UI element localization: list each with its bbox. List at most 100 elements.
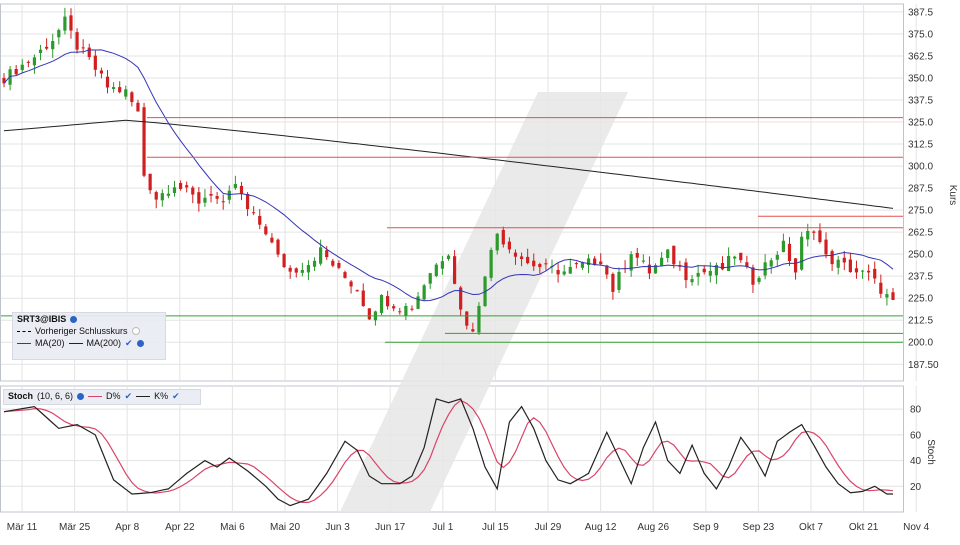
candle-body	[775, 254, 779, 260]
x-tick-label: Sep 9	[693, 522, 720, 533]
candle-body	[264, 226, 268, 235]
price-legend: SRT3@IBIS Vorheriger Schlusskurs MA(20) …	[12, 312, 166, 360]
candle-body	[428, 273, 432, 284]
candle-body	[733, 256, 737, 259]
candle-body	[288, 267, 292, 272]
candle-body	[148, 173, 152, 191]
stoch-y-tick-label: 60	[910, 430, 922, 441]
candle-body	[233, 184, 237, 189]
candle-body	[800, 236, 804, 270]
candle-body	[660, 257, 664, 266]
settings-icon[interactable]	[70, 315, 78, 323]
candle-body	[398, 311, 402, 313]
candle-body	[349, 281, 353, 287]
candle-body	[386, 296, 390, 307]
y-tick-label: 387.5	[908, 7, 933, 18]
candle-body	[51, 41, 55, 50]
candle-body	[422, 285, 426, 300]
x-tick-label: Apr 22	[165, 522, 195, 533]
candle-body	[221, 201, 225, 203]
candle-body	[343, 272, 347, 278]
y-tick-label: 362.5	[908, 51, 933, 62]
candle-body	[526, 256, 530, 264]
y-tick-label: 275.0	[908, 206, 933, 217]
candle-body	[245, 193, 250, 210]
candle-body	[239, 185, 244, 195]
ma200-label: MA(200)	[86, 338, 122, 348]
candle-body	[544, 263, 548, 265]
x-tick-label: Sep 23	[743, 522, 775, 533]
legend-ma-row: MA(20) MA(200) ✔	[13, 337, 165, 349]
candle-body	[124, 89, 128, 97]
x-tick-label: Okt 21	[849, 522, 879, 533]
candle-body	[87, 47, 91, 58]
candle-body	[440, 261, 445, 269]
candle-body	[215, 196, 219, 199]
stoch-title: Stoch	[8, 391, 34, 401]
stoch-legend: Stoch (10, 6, 6) D% ✔ K% ✔	[3, 389, 201, 405]
candle-body	[319, 247, 323, 264]
candle-body	[258, 215, 262, 225]
candle-body	[574, 263, 578, 265]
y-tick-label: 337.5	[908, 96, 933, 107]
candle-body	[666, 249, 670, 259]
candle-body	[812, 231, 816, 233]
y-tick-label: 312.5	[908, 140, 933, 151]
candle-body	[465, 311, 469, 326]
candle-body	[739, 252, 743, 261]
k-visible-check-icon[interactable]: ✔	[172, 391, 180, 402]
candle-body	[891, 292, 895, 300]
candle-body	[99, 70, 104, 74]
candle-body	[69, 15, 73, 31]
candle-body	[379, 294, 384, 313]
x-tick-label: Jun 3	[325, 522, 350, 533]
candle-body	[20, 64, 24, 71]
y-tick-label: 262.5	[908, 228, 933, 239]
y-tick-label: 250.0	[908, 250, 933, 261]
candle-body	[879, 282, 883, 294]
candle-body	[495, 233, 499, 251]
x-tick-label: Mär 25	[59, 522, 91, 533]
candle-body	[507, 241, 511, 250]
stoch-y-tick-label: 80	[910, 405, 922, 416]
candle-body	[538, 264, 542, 268]
candle-body	[672, 245, 676, 265]
d-visible-check-icon[interactable]: ✔	[125, 391, 133, 402]
candle-body	[617, 271, 621, 290]
ma-visible-check-icon[interactable]: ✔	[125, 338, 133, 349]
candle-body	[873, 268, 877, 279]
candle-body	[203, 197, 207, 203]
candle-body	[136, 102, 140, 112]
candle-body	[355, 290, 359, 292]
candle-body	[118, 87, 122, 93]
candle-body	[38, 49, 43, 53]
candle-body	[562, 271, 566, 275]
y-tick-label: 200.0	[908, 338, 933, 349]
ma20-label: MA(20)	[35, 338, 65, 348]
candle-body	[599, 261, 603, 265]
candle-body	[720, 262, 725, 270]
candle-body	[568, 266, 572, 274]
candle-body	[75, 32, 79, 50]
y-tick-label: 325.0	[908, 118, 933, 129]
x-tick-label: Jun 17	[375, 522, 405, 533]
d-label: D%	[106, 391, 121, 401]
stoch-settings-icon[interactable]	[77, 392, 85, 400]
candle-body	[824, 239, 828, 255]
prev-close-toggle-icon[interactable]	[131, 327, 140, 335]
candle-body	[392, 306, 396, 309]
candle-body	[410, 308, 414, 310]
candle-body	[276, 239, 280, 255]
candle-body	[112, 87, 116, 89]
candle-body	[416, 296, 420, 309]
ma-settings-icon[interactable]	[136, 339, 144, 347]
candle-body	[726, 255, 731, 272]
candle-body	[690, 279, 694, 283]
candle-body	[818, 230, 822, 242]
candle-body	[434, 264, 438, 276]
candle-body	[81, 47, 85, 49]
stock-chart: Mär 11 Mär 25 Apr 8 Apr 22 Mai 6 Mai 20 Jun 3 J…	[0, 0, 960, 540]
candle-body	[361, 290, 365, 307]
candle-body	[367, 308, 371, 320]
candle-body	[209, 193, 213, 196]
